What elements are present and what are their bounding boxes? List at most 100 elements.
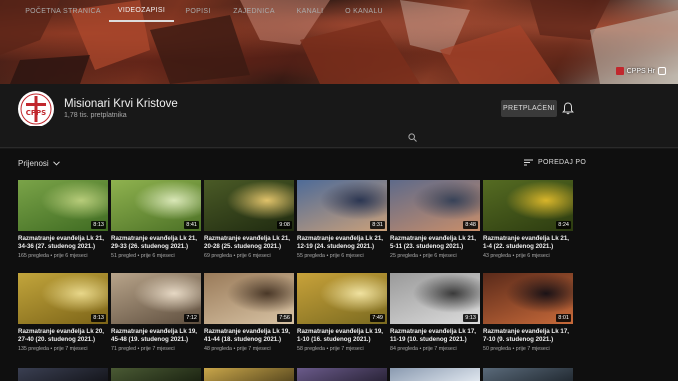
video-title[interactable]: Razmatranje evanđelja Lk 17, 7-10 (9. st…	[483, 328, 573, 344]
video-title[interactable]: Razmatranje evanđelja Lk 21, 12-19 (24. …	[297, 235, 387, 251]
video-thumbnail[interactable]: 8:41	[111, 180, 201, 231]
video-age: prije 6 mjeseci	[422, 253, 457, 259]
chevron-down-icon	[52, 161, 60, 166]
video-thumbnail[interactable]: 9:13	[390, 273, 480, 324]
notification-bell-icon[interactable]	[562, 102, 574, 115]
video-title[interactable]: Razmatranje evanđelja Lk 21, 1-4 (22. st…	[483, 235, 573, 251]
video-duration: 8:31	[370, 221, 385, 229]
video-thumbnail[interactable]: 9:08	[204, 180, 294, 231]
video-views: 55 pregleda	[297, 253, 325, 259]
banner-social-links[interactable]: CPPS Hr	[615, 67, 666, 75]
video-thumbnail[interactable]: 8:13	[18, 180, 108, 231]
video-age: prije 7 mjeseci	[422, 346, 457, 352]
tab-about[interactable]: O KANALU	[340, 0, 388, 22]
video-meta: 69 pregleda • prije 6 mjeseci	[204, 253, 294, 259]
video-meta: 58 pregleda • prije 7 mjeseci	[297, 346, 387, 352]
video-views: 135 pregleda	[18, 346, 49, 352]
video-meta: 135 pregleda • prije 7 mjeseci	[18, 346, 108, 352]
video-duration: 8:13	[91, 221, 106, 229]
video-meta: 51 pregled • prije 6 mjeseci	[111, 253, 201, 259]
video-thumbnail-partial[interactable]	[297, 368, 387, 381]
video-thumbnail[interactable]: 8:48	[390, 180, 480, 231]
video-thumbnail[interactable]: 8:24	[483, 180, 573, 231]
video-title[interactable]: Razmatranje evanđelja Lk 19, 45-48 (19. …	[111, 328, 201, 344]
video-views: 69 pregleda	[204, 253, 232, 259]
video-duration: 7:49	[370, 314, 385, 322]
tab-home[interactable]: POČETNA STRANICA	[22, 0, 104, 22]
video-title[interactable]: Razmatranje evanđelja Lk 21, 29-33 (26. …	[111, 235, 201, 251]
video-duration: 8:48	[463, 221, 478, 229]
video-views: 25 pregleda	[390, 253, 418, 259]
subscriber-count: 1,78 tis. pretplatnika	[64, 112, 127, 119]
video-card[interactable]: 7:56 Razmatranje evanđelja Lk 19, 41-44 (…	[204, 273, 294, 352]
video-title[interactable]: Razmatranje evanđelja Lk 17, 11-19 (10. …	[390, 328, 480, 344]
video-thumbnail[interactable]: 8:13	[18, 273, 108, 324]
video-duration: 9:13	[463, 314, 478, 322]
video-title[interactable]: Razmatranje evanđelja Lk 19, 41-44 (18. …	[204, 328, 294, 344]
video-thumbnail[interactable]: 7:56	[204, 273, 294, 324]
video-views: 58 pregleda	[297, 346, 325, 352]
search-icon[interactable]	[408, 133, 417, 142]
video-card[interactable]: 8:13 Razmatranje evanđelja Lk 21, 34-36 (…	[18, 180, 108, 259]
video-thumbnail[interactable]: 8:01	[483, 273, 573, 324]
video-card[interactable]: 9:13 Razmatranje evanđelja Lk 17, 11-19 (…	[390, 273, 480, 352]
video-thumbnail[interactable]: 7:49	[297, 273, 387, 324]
video-age: prije 6 mjeseci	[236, 253, 271, 259]
video-thumbnail-partial[interactable]	[204, 368, 294, 381]
video-meta: 165 pregleda • prije 6 mjeseci	[18, 253, 108, 259]
uploads-filter[interactable]: Prijenosi	[18, 159, 60, 168]
video-age: prije 7 mjeseci	[53, 346, 88, 352]
video-thumbnail[interactable]: 7:12	[111, 273, 201, 324]
video-title[interactable]: Razmatranje evanđelja Lk 21, 34-36 (27. …	[18, 235, 108, 251]
video-title[interactable]: Razmatranje evanđelja Lk 21, 5-11 (23. s…	[390, 235, 480, 251]
video-card[interactable]: 8:13 Razmatranje evanđelja Lk 20, 27-40 (…	[18, 273, 108, 352]
video-age: prije 6 mjeseci	[53, 253, 88, 259]
channel-tabs	[0, 126, 678, 148]
video-meta: 84 pregleda • prije 7 mjeseci	[390, 346, 480, 352]
video-card[interactable]: 8:48 Razmatranje evanđelja Lk 21, 5-11 (2…	[390, 180, 480, 259]
video-meta: 50 pregleda • prije 7 mjeseci	[483, 346, 573, 352]
video-duration: 8:24	[556, 221, 571, 229]
video-meta: 25 pregleda • prije 6 mjeseci	[390, 253, 480, 259]
video-card[interactable]: 8:41 Razmatranje evanđelja Lk 21, 29-33 (…	[111, 180, 201, 259]
video-views: 48 pregleda	[204, 346, 232, 352]
video-thumbnail[interactable]: 8:31	[297, 180, 387, 231]
video-thumbnail-partial[interactable]	[390, 368, 480, 381]
video-thumbnail-partial[interactable]	[483, 368, 573, 381]
video-card[interactable]: 8:24 Razmatranje evanđelja Lk 21, 1-4 (22…	[483, 180, 573, 259]
avatar[interactable]: CPPS	[18, 91, 54, 127]
video-views: 84 pregleda	[390, 346, 418, 352]
video-card[interactable]: 8:31 Razmatranje evanđelja Lk 21, 12-19 (…	[297, 180, 387, 259]
video-duration: 7:56	[277, 314, 292, 322]
video-duration: 9:08	[277, 221, 292, 229]
instagram-icon[interactable]	[658, 67, 666, 75]
cpps-logo-icon: CPPS	[20, 93, 52, 125]
sort-by-button[interactable]: POREDAJ PO	[524, 159, 586, 166]
tab-community[interactable]: ZAJEDNICA	[228, 0, 280, 22]
tab-playlists[interactable]: POPISI	[180, 0, 216, 22]
video-duration: 8:41	[184, 221, 199, 229]
video-thumbnail-partial[interactable]	[18, 368, 108, 381]
tab-channels[interactable]: KANALI	[290, 0, 330, 22]
video-title[interactable]: Razmatranje evanđelja Lk 20, 27-40 (20. …	[18, 328, 108, 344]
video-views: 43 pregleda	[483, 253, 511, 259]
avatar-text: CPPS	[26, 109, 46, 117]
video-duration: 8:01	[556, 314, 571, 322]
video-title[interactable]: Razmatranje evanđelja Lk 19, 1-10 (16. s…	[297, 328, 387, 344]
tab-videos[interactable]: VIDEOZAPISI	[109, 0, 174, 22]
video-views: 51 pregled	[111, 253, 137, 259]
video-duration: 8:13	[91, 314, 106, 322]
video-card[interactable]: 7:49 Razmatranje evanđelja Lk 19, 1-10 (1…	[297, 273, 387, 352]
subscribed-button[interactable]: PRETPLAĆENI	[501, 100, 557, 117]
uploads-filter-label: Prijenosi	[18, 159, 49, 168]
video-views: 71 pregled	[111, 346, 137, 352]
sort-by-label: POREDAJ PO	[538, 159, 587, 166]
video-thumbnail-partial[interactable]	[111, 368, 201, 381]
video-age: prije 7 mjeseci	[329, 346, 364, 352]
video-meta: 55 pregleda • prije 6 mjeseci	[297, 253, 387, 259]
video-card[interactable]: 8:01 Razmatranje evanđelja Lk 17, 7-10 (9…	[483, 273, 573, 352]
banner-link-label: CPPS Hr	[626, 67, 655, 75]
video-card[interactable]: 9:08 Razmatranje evanđelja Lk 21, 20-28 (…	[204, 180, 294, 259]
video-card[interactable]: 7:12 Razmatranje evanđelja Lk 19, 45-48 (…	[111, 273, 201, 352]
video-title[interactable]: Razmatranje evanđelja Lk 21, 20-28 (25. …	[204, 235, 294, 251]
